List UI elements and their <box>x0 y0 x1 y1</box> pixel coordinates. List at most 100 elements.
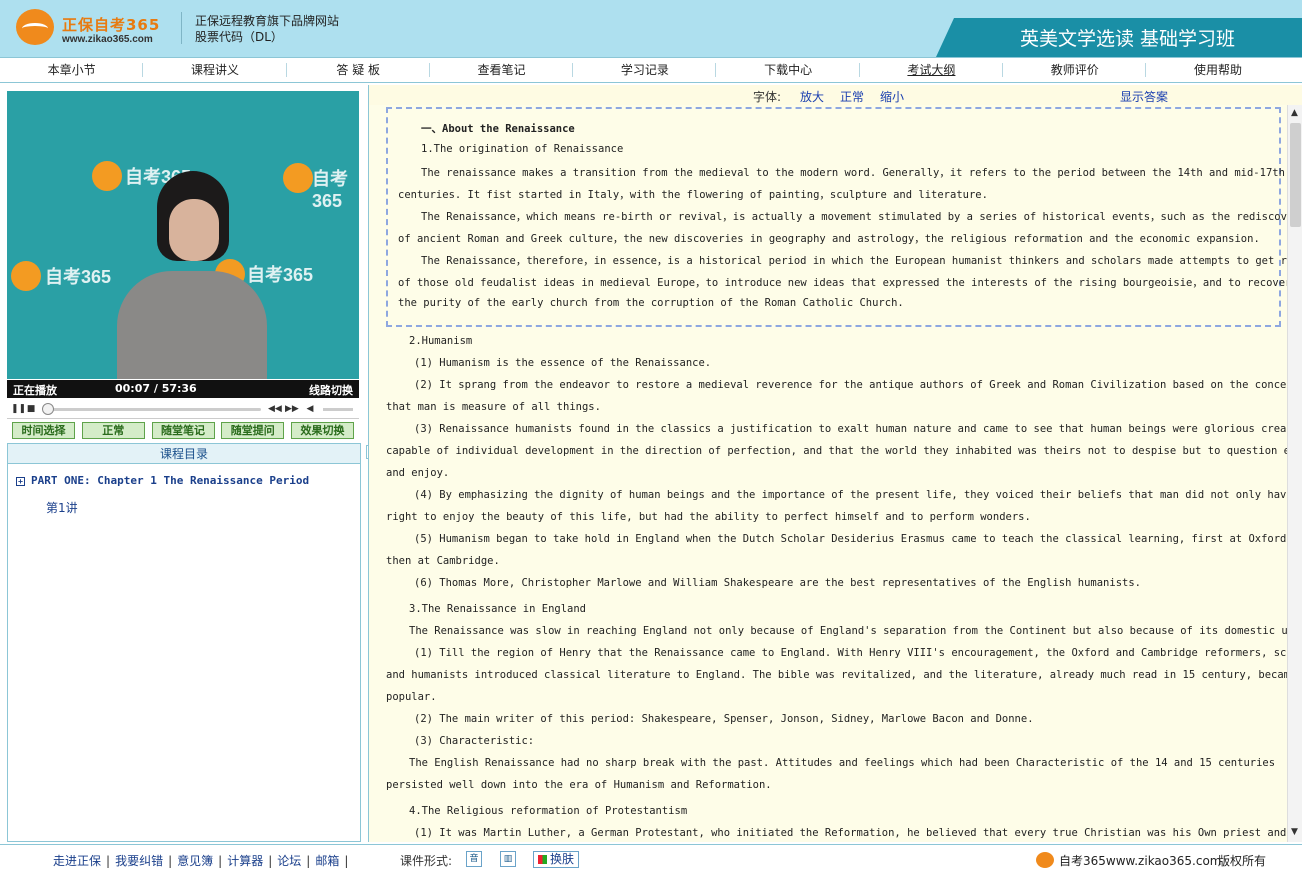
skin-grid-icon <box>538 855 547 864</box>
footer-link-about[interactable]: 走进正保 <box>53 854 101 868</box>
font-toolbar: 字体: 放大 正常 缩小 显示答案 <box>369 85 1302 105</box>
chapter-label: PART ONE: Chapter 1 The Renaissance Peri… <box>31 474 310 487</box>
scroll-up-icon[interactable]: ▲ <box>1291 108 1298 118</box>
text-line: centuries. It fist started in Italy，with… <box>398 189 988 201</box>
nav-exam-outline[interactable]: 考试大纲 <box>860 58 1004 82</box>
watermark-logo-icon <box>283 163 313 193</box>
text-line: (1) It was Martin Luther, a German Prote… <box>414 827 1287 839</box>
text-line: the purity of the early church from the … <box>398 297 904 309</box>
text-line: (1) Humanism is the essence of the Renai… <box>414 357 712 369</box>
catalog-chapter[interactable]: + PART ONE: Chapter 1 The Renaissance Per… <box>16 474 309 487</box>
subsection-heading: 2.Humanism <box>409 335 473 347</box>
text-line: (1) Till the region of Henry that the Re… <box>414 647 1287 659</box>
video-player[interactable]: 自考365 自考365 自考365 自考365 <box>7 91 359 379</box>
lecturer-video-frame <box>117 171 267 379</box>
speed-normal-button[interactable]: 正常 <box>81 422 145 439</box>
text-line: The Renaissance，which means re-birth or … <box>421 211 1287 223</box>
expand-icon[interactable]: + <box>16 477 25 486</box>
volume-slider[interactable] <box>323 408 353 411</box>
footer-link-feedback[interactable]: 意见簿 <box>177 854 213 868</box>
text-line: The Renaissance was slow in reaching Eng… <box>409 625 1287 637</box>
course-catalog: 课程目录 + PART ONE: Chapter 1 The Renaissanc… <box>7 443 361 842</box>
text-line: The renaissance makes a transition from … <box>421 167 1285 179</box>
left-panel: 自考365 自考365 自考365 自考365 正在播放 00:07 / 57:… <box>6 90 361 842</box>
video-watermark: 自考365 <box>312 169 348 211</box>
nav-chapter-summary[interactable]: 本章小节 <box>0 58 144 82</box>
text-line: (4) By emphasizing the dignity of human … <box>414 489 1287 501</box>
vertical-scrollbar[interactable]: ▲ ▼ <box>1287 105 1302 842</box>
text-line: that man is measure of all things. <box>386 401 601 413</box>
text-line: popular. <box>386 691 437 703</box>
catalog-lesson[interactable]: 第1讲 <box>46 499 78 516</box>
text-line: (3) Renaissance humanists found in the c… <box>414 423 1287 435</box>
text-line: (2) The main writer of this period: Shak… <box>414 713 1034 725</box>
text-line: of those old feudalist ideas in medieval… <box>398 277 1287 289</box>
lecture-panel: 字体: 放大 正常 缩小 显示答案 一、About the Renaissanc… <box>368 85 1302 842</box>
footer-link-report-error[interactable]: 我要纠错 <box>115 854 163 868</box>
rewind-icon[interactable]: ◀◀ <box>268 404 282 414</box>
text-line: capable of individual development in the… <box>386 445 1287 457</box>
font-bigger-link[interactable]: 放大 <box>800 88 824 105</box>
font-size-label: 字体: <box>753 90 782 104</box>
text-line: The English Renaissance had no sharp bre… <box>409 757 1276 769</box>
class-question-button[interactable]: 随堂提问 <box>221 422 285 439</box>
nav-view-notes[interactable]: 查看笔记 <box>430 58 574 82</box>
effect-switch-button[interactable]: 效果切换 <box>291 422 354 439</box>
footer-link-calculator[interactable]: 计算器 <box>227 854 263 868</box>
scroll-down-icon[interactable]: ▼ <box>1291 827 1298 837</box>
show-answer-link[interactable]: 显示答案 <box>1120 88 1168 105</box>
font-normal-link[interactable]: 正常 <box>840 88 864 105</box>
volume-icon[interactable]: ◀ <box>305 404 315 414</box>
footer-logo-icon <box>1036 852 1054 868</box>
footer-site[interactable]: 自考365www.zikao365.com <box>1059 852 1221 869</box>
subsection-heading: 1.The origination of Renaissance <box>421 143 624 155</box>
change-skin-button[interactable]: 换肤 <box>533 851 580 868</box>
nav-qa-board[interactable]: 答 疑 板 <box>287 58 431 82</box>
text-line: persisted well down into the era of Huma… <box>386 779 772 791</box>
line-switch-button[interactable]: 线路切换 <box>309 382 353 398</box>
footer-link-mailbox[interactable]: 邮箱 <box>315 854 339 868</box>
pause-icon[interactable]: ❚❚ <box>11 404 26 414</box>
stop-icon[interactable]: ■ <box>26 404 36 414</box>
nav-lecture-notes[interactable]: 课程讲义 <box>143 58 287 82</box>
text-line: then at Cambridge. <box>386 555 500 567</box>
course-title: 英美文学选读 基础学习班 <box>1020 28 1236 50</box>
logo-url-text: www.zikao365.com <box>62 34 153 45</box>
video-status-bar: 正在播放 00:07 / 57:36 线路切换 <box>7 380 359 398</box>
section-heading: 一、About the Renaissance <box>421 123 575 135</box>
text-line: right to enjoy the beauty of this life, … <box>386 511 1031 523</box>
nav-download-center[interactable]: 下载中心 <box>716 58 861 82</box>
font-smaller-link[interactable]: 缩小 <box>880 88 904 105</box>
text-line: (6) Thomas More, Christopher Marlowe and… <box>414 577 1141 589</box>
logo-emblem-icon <box>16 9 54 45</box>
stock-code: 股票代码（DL） <box>195 30 283 44</box>
text-line: (2) It sprang from the endeavor to resto… <box>414 379 1287 391</box>
audio-mode-icon[interactable]: 音 <box>466 851 482 867</box>
catalog-title: 课程目录 <box>8 444 360 464</box>
player-controls: ❚❚ ■ ◀◀ ▶▶ ◀ <box>7 399 359 419</box>
seek-handle[interactable] <box>42 403 54 415</box>
text-line: (5) Humanism began to take hold in Engla… <box>414 533 1287 545</box>
lecture-text: 一、About the Renaissance 1.The originatio… <box>369 105 1287 842</box>
nav-help[interactable]: 使用帮助 <box>1146 58 1289 82</box>
courseware-format-label: 课件形式: <box>400 854 453 868</box>
playback-status: 正在播放 <box>13 384 57 397</box>
header-tagline: 正保远程教育旗下品牌网站 <box>195 14 340 28</box>
layout-mode-icon[interactable]: ▥ <box>500 851 516 867</box>
time-select-button[interactable]: 时间选择 <box>12 422 75 439</box>
scroll-thumb[interactable] <box>1290 123 1301 227</box>
skin-label: 换肤 <box>550 852 575 866</box>
logo-brand-text: 正保自考365 <box>62 16 161 34</box>
playback-time: 00:07 / 57:36 <box>115 382 197 395</box>
forward-icon[interactable]: ▶▶ <box>285 404 299 414</box>
copyright-text: 版权所有 <box>1218 854 1267 868</box>
seek-track[interactable] <box>45 408 261 411</box>
footer-link-forum[interactable]: 论坛 <box>277 854 301 868</box>
nav-teacher-review[interactable]: 教师评价 <box>1003 58 1147 82</box>
subsection-heading: 4.The Religious reformation of Protestan… <box>409 805 688 817</box>
site-logo[interactable]: 正保自考365 www.zikao365.com <box>16 9 176 49</box>
class-notes-button[interactable]: 随堂笔记 <box>151 422 215 439</box>
footer-bar: 走进正保 | 我要纠错 | 意见簿 | 计算器 | 论坛 | 邮箱 | 课件形式: 音 ▥ 换肤 自考… <box>0 844 1302 874</box>
nav-study-record[interactable]: 学习记录 <box>573 58 717 82</box>
watermark-logo-icon <box>11 261 41 291</box>
